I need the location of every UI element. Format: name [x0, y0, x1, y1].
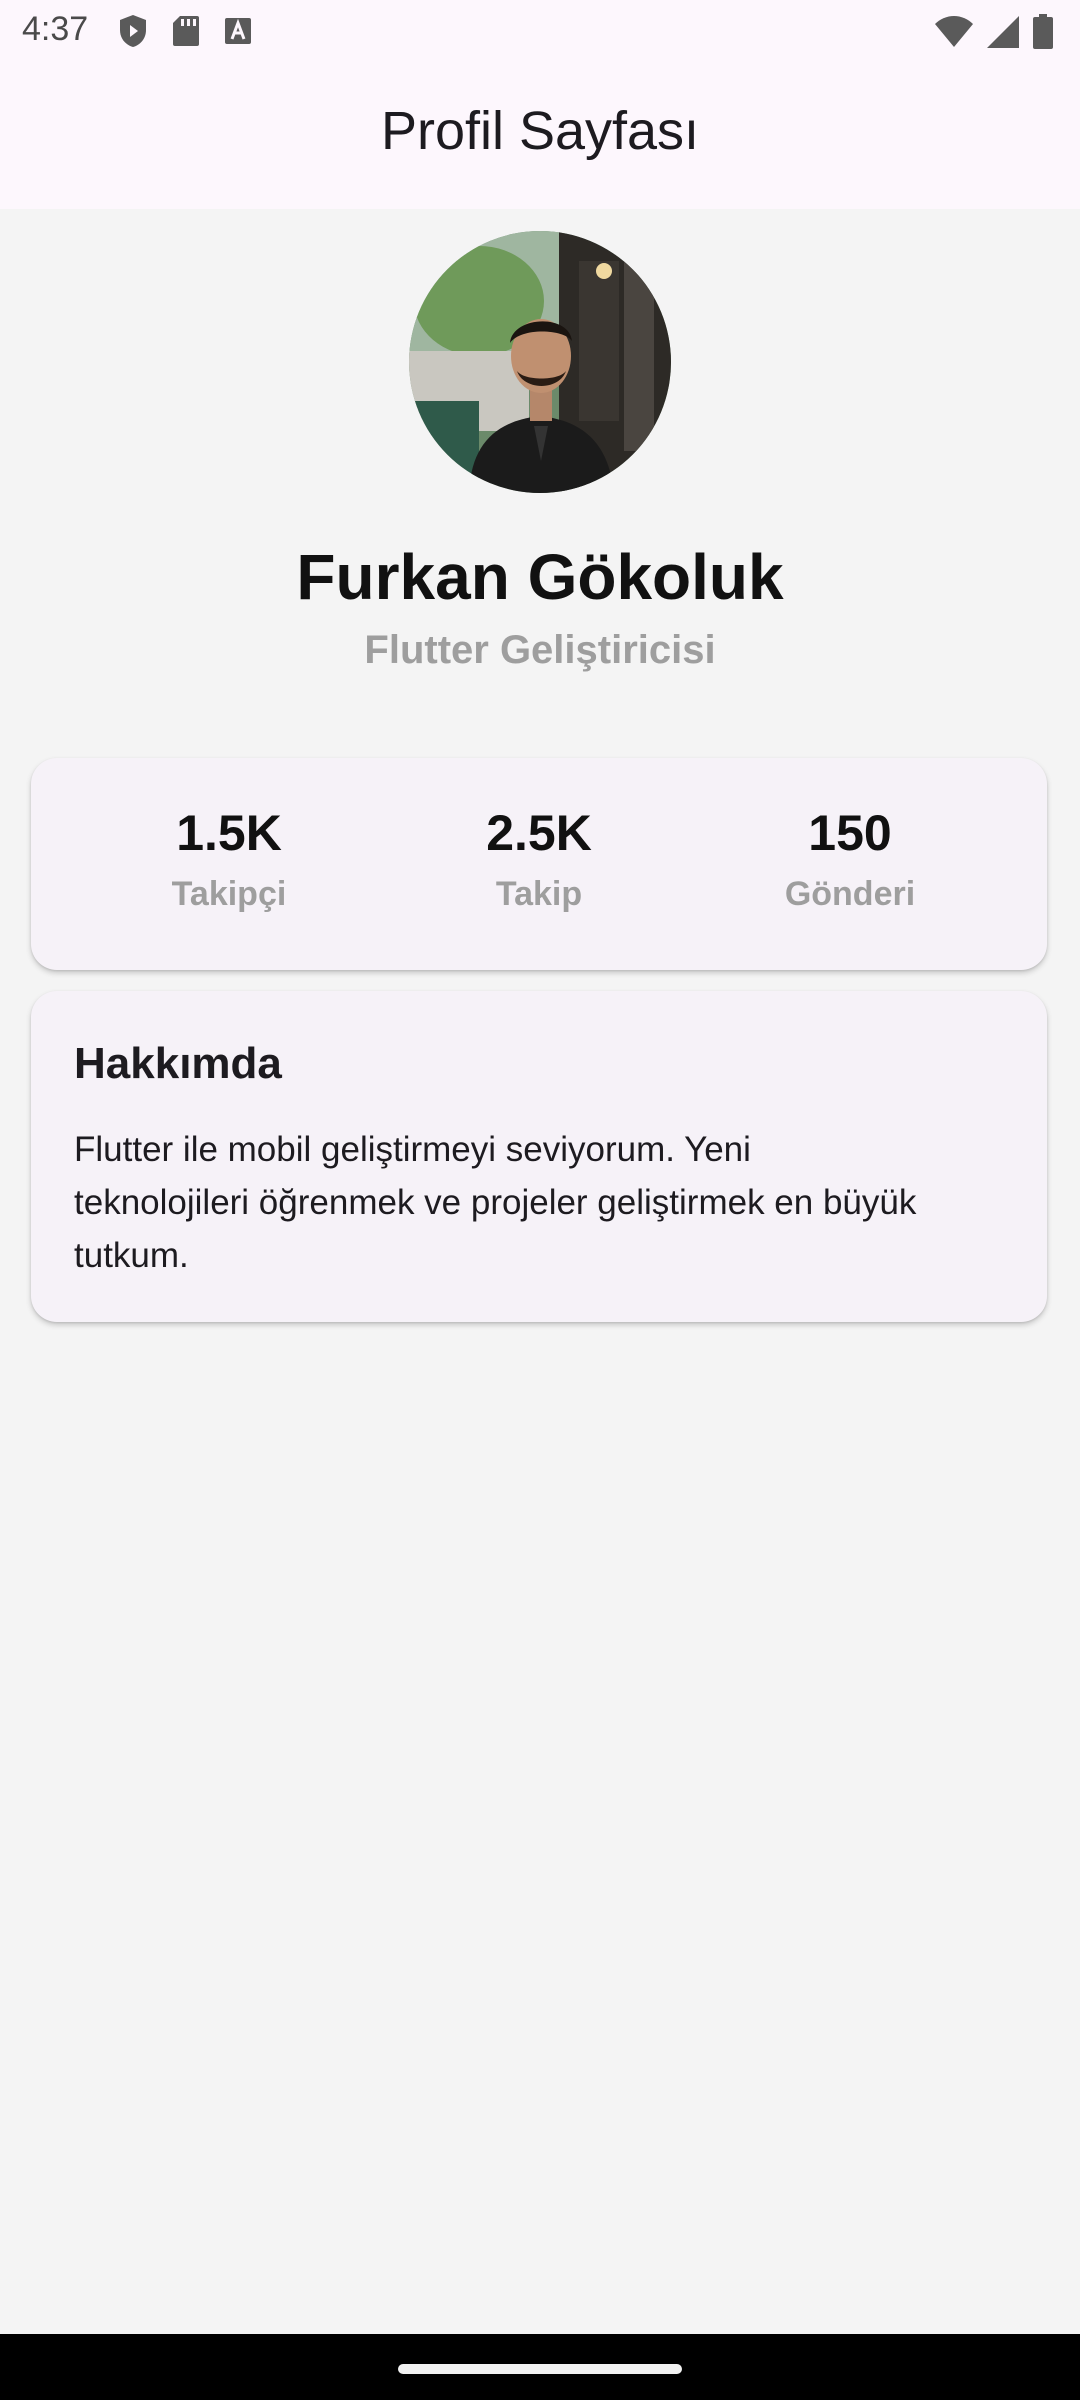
stat-value: 1.5K [176, 805, 282, 861]
avatar [409, 231, 671, 493]
about-text-line: teknolojileri öğrenmek ve projeler geliş… [74, 1183, 917, 1222]
status-right-icons [934, 14, 1054, 55]
shield-play-icon [118, 14, 148, 53]
stat-value: 150 [808, 805, 892, 861]
stats-card: 1.5K Takipçi 2.5K Takip 150 Gönderi [31, 758, 1047, 970]
status-time: 4:37 [22, 10, 89, 48]
about-text-line: tutkum. [74, 1236, 189, 1275]
profile-name: Furkan Gökoluk [296, 541, 784, 613]
stat-value: 2.5K [486, 805, 592, 861]
page-title: Profil Sayfası [380, 100, 700, 161]
about-text: Flutter ile mobil geliştirmeyi seviyorum… [74, 1123, 1014, 1282]
status-left-icons [118, 14, 252, 53]
about-title: Hakkımda [74, 1039, 282, 1088]
home-indicator[interactable] [398, 2364, 682, 2374]
about-text-line: Flutter ile mobil geliştirmeyi seviyorum… [74, 1130, 751, 1169]
sd-card-icon [172, 15, 200, 52]
stat-following: 2.5K Takip [389, 806, 689, 914]
battery-icon [1032, 14, 1054, 55]
cellular-signal-icon [986, 15, 1020, 54]
wifi-icon [934, 15, 974, 54]
stat-label: Takipçi [171, 875, 287, 913]
stat-followers: 1.5K Takipçi [79, 806, 379, 914]
navigation-bar [0, 2334, 1080, 2400]
text-a-icon [224, 17, 252, 50]
status-bar: 4:37 [0, 0, 1080, 64]
app-bar: Profil Sayfası [0, 64, 1080, 209]
stat-posts: 150 Gönderi [700, 806, 1000, 914]
stat-label: Takip [495, 875, 583, 913]
about-card: Hakkımda Flutter ile mobil geliştirmeyi … [31, 991, 1047, 1322]
profile-role: Flutter Geliştiricisi [364, 628, 716, 672]
stat-label: Gönderi [784, 875, 916, 913]
